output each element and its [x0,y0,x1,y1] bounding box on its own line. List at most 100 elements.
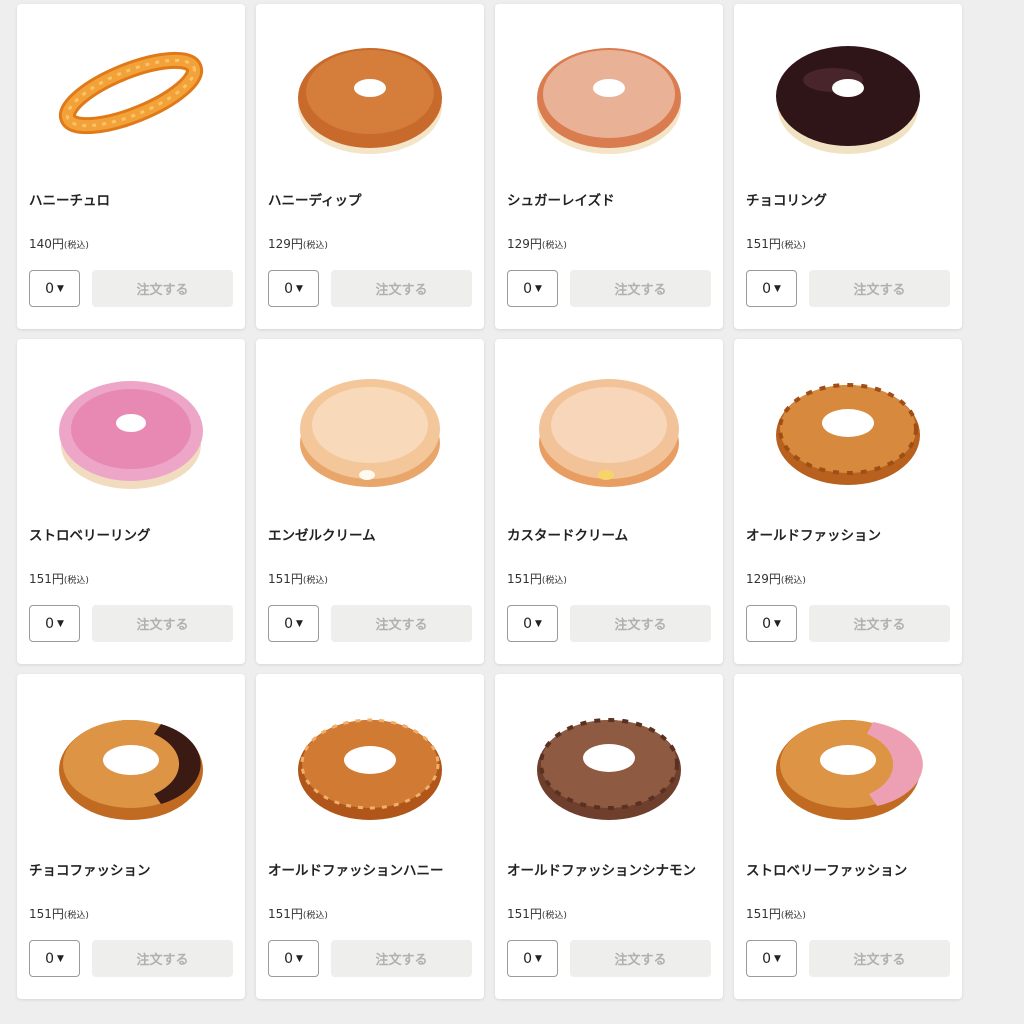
product-name: オールドファッション [746,528,881,544]
quantity-select[interactable]: 0 ▼ [268,605,319,642]
caret-down-icon: ▼ [296,618,303,629]
quantity-select[interactable]: 0 ▼ [29,270,80,307]
product-image-choco-fashion [17,688,245,838]
price-value: 129円 [746,572,781,586]
order-button[interactable]: 注文する [570,270,711,307]
caret-down-icon: ▼ [57,618,64,629]
order-button[interactable]: 注文する [331,270,472,307]
product-price: 151円(税込) [746,235,806,252]
product-price: 140円(税込) [29,235,89,252]
product-name: シュガーレイズド [507,193,615,209]
product-price: 151円(税込) [507,905,567,922]
tax-label: (税込) [780,241,806,251]
product-image-custard-cream [495,353,723,503]
product-card: オールドファッションハニー 151円(税込) 0 ▼ 注文する [256,674,484,999]
caret-down-icon: ▼ [296,953,303,964]
product-name: ストロベリーファッション [746,863,908,879]
product-image-strawberry-ring [17,353,245,503]
product-name: ハニーディップ [268,193,362,209]
tax-label: (税込) [302,911,328,921]
quantity-value: 0 [45,280,54,297]
product-name: エンゼルクリーム [268,528,376,544]
product-price: 151円(税込) [29,905,89,922]
order-button[interactable]: 注文する [570,605,711,642]
caret-down-icon: ▼ [296,283,303,294]
quantity-select[interactable]: 0 ▼ [746,940,797,977]
tax-label: (税込) [302,241,328,251]
product-card: ストロベリーファッション 151円(税込) 0 ▼ 注文する [734,674,962,999]
tax-label: (税込) [63,576,89,586]
product-name: オールドファッションシナモン [507,863,696,879]
price-value: 151円 [29,907,64,921]
product-image-honey-dip [256,18,484,168]
caret-down-icon: ▼ [535,283,542,294]
tax-label: (税込) [63,911,89,921]
product-image-old-fashion-cinnamon [495,688,723,838]
order-button[interactable]: 注文する [809,605,950,642]
product-grid: ハニーチュロ 140円(税込) 0 ▼ 注文する ハニーディップ 129円(税込)… [17,4,962,999]
tax-label: (税込) [780,911,806,921]
quantity-select[interactable]: 0 ▼ [29,605,80,642]
caret-down-icon: ▼ [57,953,64,964]
caret-down-icon: ▼ [57,283,64,294]
product-image-strawberry-fashion [734,688,962,838]
order-button[interactable]: 注文する [92,605,233,642]
quantity-value: 0 [523,280,532,297]
product-image-honey-churro [17,18,245,168]
quantity-select[interactable]: 0 ▼ [507,940,558,977]
product-image-old-fashion-honey [256,688,484,838]
product-price: 151円(税込) [746,905,806,922]
order-button[interactable]: 注文する [809,940,950,977]
product-card: ハニーチュロ 140円(税込) 0 ▼ 注文する [17,4,245,329]
price-value: 129円 [268,237,303,251]
product-price: 129円(税込) [507,235,567,252]
quantity-select[interactable]: 0 ▼ [507,605,558,642]
order-button[interactable]: 注文する [570,940,711,977]
quantity-value: 0 [284,280,293,297]
product-card: オールドファッション 129円(税込) 0 ▼ 注文する [734,339,962,664]
caret-down-icon: ▼ [774,618,781,629]
product-card: チョコリング 151円(税込) 0 ▼ 注文する [734,4,962,329]
quantity-select[interactable]: 0 ▼ [507,270,558,307]
product-card: ハニーディップ 129円(税込) 0 ▼ 注文する [256,4,484,329]
tax-label: (税込) [541,576,567,586]
product-name: ストロベリーリング [29,528,151,544]
product-image-choco-ring [734,18,962,168]
price-value: 151円 [507,572,542,586]
product-price: 151円(税込) [29,570,89,587]
price-value: 151円 [268,572,303,586]
tax-label: (税込) [302,576,328,586]
product-card: シュガーレイズド 129円(税込) 0 ▼ 注文する [495,4,723,329]
tax-label: (税込) [541,911,567,921]
price-value: 151円 [746,237,781,251]
quantity-value: 0 [523,615,532,632]
order-button[interactable]: 注文する [331,605,472,642]
quantity-value: 0 [45,950,54,967]
caret-down-icon: ▼ [535,618,542,629]
quantity-value: 0 [284,950,293,967]
quantity-select[interactable]: 0 ▼ [268,270,319,307]
order-button[interactable]: 注文する [809,270,950,307]
order-button[interactable]: 注文する [92,270,233,307]
product-card: カスタードクリーム 151円(税込) 0 ▼ 注文する [495,339,723,664]
price-value: 151円 [746,907,781,921]
product-name: チョコファッション [29,863,151,879]
product-image-old-fashion [734,353,962,503]
order-button[interactable]: 注文する [92,940,233,977]
tax-label: (税込) [63,241,89,251]
price-value: 151円 [268,907,303,921]
product-image-sugar-raised [495,18,723,168]
order-button[interactable]: 注文する [331,940,472,977]
quantity-value: 0 [762,615,771,632]
product-image-angel-cream [256,353,484,503]
tax-label: (税込) [541,241,567,251]
quantity-value: 0 [762,280,771,297]
product-name: オールドファッションハニー [268,863,444,879]
product-card: エンゼルクリーム 151円(税込) 0 ▼ 注文する [256,339,484,664]
quantity-select[interactable]: 0 ▼ [746,605,797,642]
quantity-select[interactable]: 0 ▼ [29,940,80,977]
quantity-select[interactable]: 0 ▼ [746,270,797,307]
caret-down-icon: ▼ [774,953,781,964]
price-value: 151円 [29,572,64,586]
quantity-select[interactable]: 0 ▼ [268,940,319,977]
